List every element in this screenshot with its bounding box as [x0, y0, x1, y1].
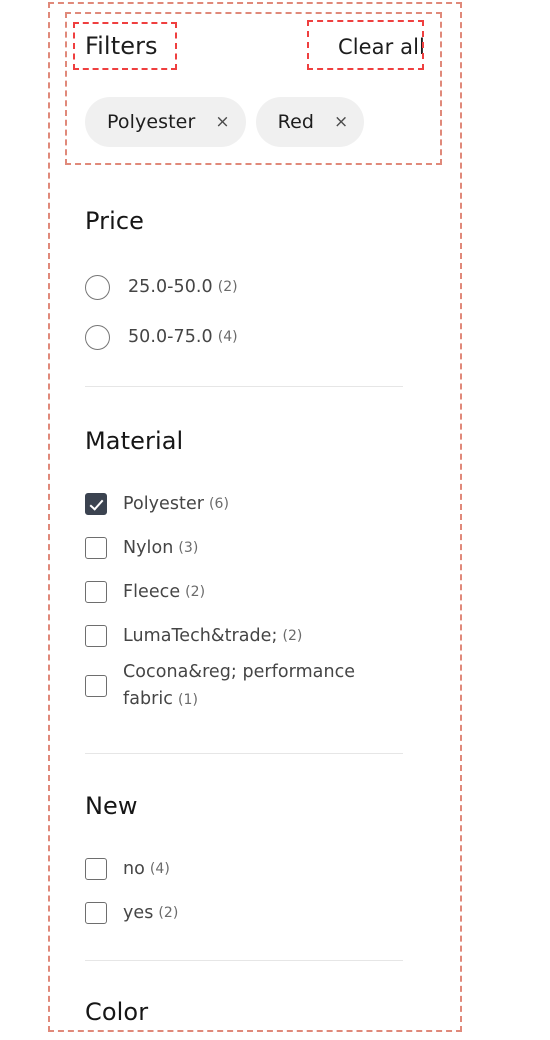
facet-option-new-no[interactable]: no (4) — [85, 847, 425, 891]
facet-option-label: Nylon — [123, 537, 174, 558]
facet-option-list: Polyester (6) Nylon (3) Fleece (2) LumaT… — [85, 482, 425, 714]
filter-chip[interactable]: Polyester × — [85, 97, 246, 147]
facet-option-fleece[interactable]: Fleece (2) — [85, 570, 425, 614]
facet-option-count: (1) — [177, 692, 198, 708]
checkbox-checked-icon[interactable] — [85, 493, 107, 515]
filters-header: Filters Clear all — [85, 30, 425, 64]
facet-option-price-50-75[interactable]: 50.0-75.0 (4) — [85, 312, 425, 362]
checkbox-icon[interactable] — [85, 581, 107, 603]
facet-option-label: Cocona&reg; performance fabric — [123, 662, 356, 709]
facet-option-count: (6) — [209, 496, 229, 512]
page-title: Filters — [85, 32, 158, 60]
facet-option-price-25-50[interactable]: 25.0-50.0 (2) — [85, 262, 425, 312]
facet-option-list: 25.0-50.0 (2) 50.0-75.0 (4) — [85, 262, 425, 362]
facet-option-label: 25.0-50.0 — [128, 276, 213, 297]
facet-option-count: (4) — [149, 861, 170, 877]
facet-option-label: yes — [123, 902, 154, 923]
facet-option-count: (2) — [217, 279, 238, 295]
facet-option-nylon[interactable]: Nylon (3) — [85, 526, 425, 570]
facet-title: Price — [85, 207, 145, 235]
section-divider — [85, 386, 403, 387]
facet-option-cocona[interactable]: Cocona&reg; performance fabric (1) — [85, 658, 425, 714]
facet-option-label: Fleece — [123, 581, 181, 602]
radio-icon[interactable] — [85, 324, 110, 350]
section-divider — [85, 960, 403, 961]
checkbox-icon[interactable] — [85, 675, 107, 697]
section-divider — [85, 753, 403, 754]
filter-chip[interactable]: Red × — [255, 97, 365, 147]
facet-option-label: LumaTech&trade; — [123, 625, 278, 646]
clear-all-button[interactable]: Clear all — [338, 31, 425, 63]
facet-group-material: Material Polyester (6) Nylon (3) Fleece … — [85, 426, 425, 714]
close-icon[interactable]: × — [334, 113, 348, 131]
facet-option-count: (2) — [185, 584, 206, 600]
facet-option-label: 50.0-75.0 — [128, 326, 213, 347]
facet-option-lumatech[interactable]: LumaTech&trade; (2) — [85, 614, 425, 658]
checkbox-icon[interactable] — [85, 537, 107, 559]
facet-group-color: Color — [85, 997, 425, 1027]
facet-option-new-yes[interactable]: yes (2) — [85, 891, 425, 935]
checkbox-icon[interactable] — [85, 902, 107, 924]
radio-icon[interactable] — [85, 274, 110, 300]
active-filter-chips: Polyester × Red × — [85, 97, 365, 147]
facet-title: Material — [85, 427, 184, 455]
facet-option-label: Polyester — [123, 493, 205, 514]
filter-chip-label: Polyester — [107, 111, 196, 133]
facet-option-count: (3) — [178, 540, 199, 556]
facet-option-polyester[interactable]: Polyester (6) — [85, 482, 425, 526]
facet-option-count: (2) — [158, 905, 179, 921]
close-icon[interactable]: × — [215, 113, 229, 131]
facet-option-list: no (4) yes (2) — [85, 847, 425, 935]
facet-title: New — [85, 792, 138, 820]
facet-group-price: Price 25.0-50.0 (2) 50.0-75.0 (4) — [85, 206, 425, 362]
facet-title: Color — [85, 998, 149, 1026]
facet-option-label: no — [123, 858, 145, 879]
checkbox-icon[interactable] — [85, 625, 107, 647]
filter-chip-label: Red — [277, 111, 315, 133]
facet-group-new: New no (4) yes (2) — [85, 791, 425, 935]
checkbox-icon[interactable] — [85, 858, 107, 880]
facet-option-count: (2) — [282, 628, 303, 644]
facet-option-count: (4) — [217, 329, 238, 345]
